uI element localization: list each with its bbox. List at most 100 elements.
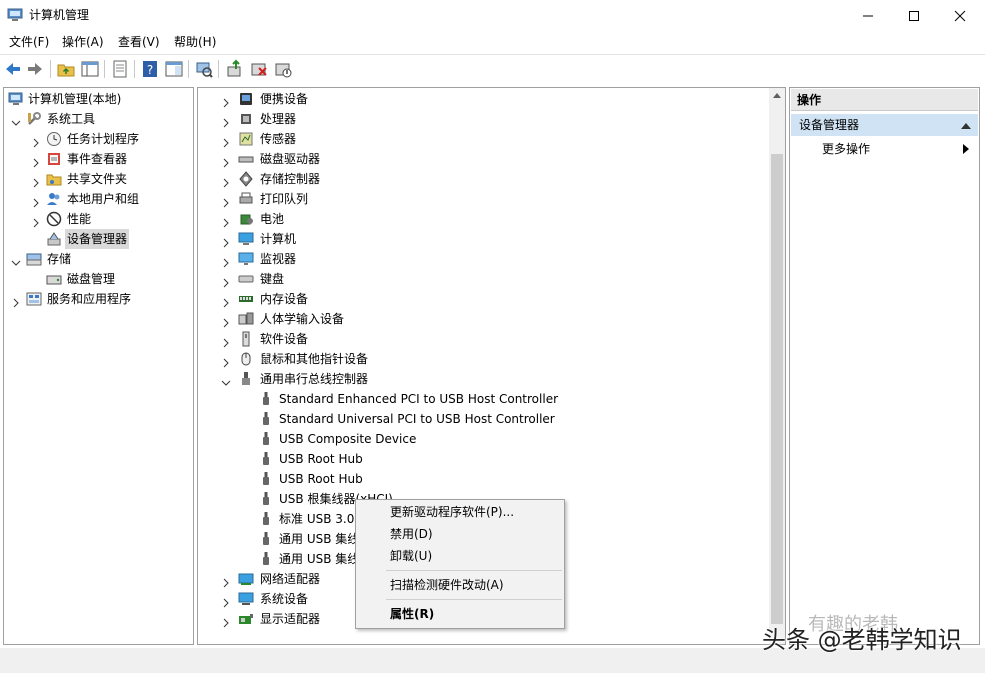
vertical-scrollbar[interactable] xyxy=(769,88,785,644)
tree-label: 本地用户和组 xyxy=(67,192,140,206)
sensor-icon xyxy=(238,131,254,147)
device-label: 网络适配器 xyxy=(260,572,321,586)
storage-icon xyxy=(26,251,42,267)
usb-plug-icon xyxy=(258,431,274,447)
display-adapter-icon xyxy=(238,611,254,627)
monitor-icon xyxy=(238,251,254,267)
show-hide-tree-icon[interactable] xyxy=(80,59,100,79)
maximize-button[interactable] xyxy=(891,0,937,31)
context-menu: 更新驱动程序软件(P)... 禁用(D) 卸载(U) 扫描检测硬件改动(A) 属… xyxy=(355,499,565,629)
chevron-right-icon[interactable] xyxy=(221,214,231,228)
more-actions-label: 更多操作 xyxy=(822,142,871,156)
chevron-right-icon[interactable] xyxy=(31,154,41,168)
minimize-button[interactable] xyxy=(845,0,891,31)
forward-arrow-icon[interactable] xyxy=(25,59,45,79)
chevron-right-icon[interactable] xyxy=(31,134,41,148)
chevron-down-icon[interactable] xyxy=(11,254,21,266)
ctx-properties[interactable]: 属性(R) xyxy=(390,605,434,623)
toolbar-separator xyxy=(50,60,51,78)
tools-icon xyxy=(26,111,42,127)
menu-view[interactable]: 查看(V) xyxy=(118,34,160,50)
view-icon[interactable] xyxy=(164,59,184,79)
scroll-up-icon[interactable] xyxy=(773,92,781,100)
device-label: USB Composite Device xyxy=(279,432,417,446)
close-button[interactable] xyxy=(937,0,983,31)
toolbar: ? xyxy=(0,54,985,82)
device-label: 软件设备 xyxy=(260,332,309,346)
title-bar: 计算机管理 xyxy=(0,0,985,31)
actions-section-device-manager[interactable]: 设备管理器 xyxy=(791,114,978,136)
chevron-right-icon[interactable] xyxy=(31,194,41,208)
ctx-scan-hardware[interactable]: 扫描检测硬件改动(A) xyxy=(390,576,504,594)
actions-pane: 操作 设备管理器 更多操作 xyxy=(789,87,980,645)
scrollbar-thumb[interactable] xyxy=(771,154,783,624)
svg-text:?: ? xyxy=(147,63,153,77)
toolbar-separator xyxy=(134,60,135,78)
usb-plug-icon xyxy=(258,531,274,547)
collapse-up-icon[interactable] xyxy=(961,122,971,129)
chevron-down-icon[interactable] xyxy=(11,114,21,126)
back-arrow-icon[interactable] xyxy=(3,59,23,79)
device-label: 磁盘驱动器 xyxy=(260,152,321,166)
more-actions-item[interactable]: 更多操作 xyxy=(822,140,870,158)
ctx-update-driver[interactable]: 更新驱动程序软件(P)... xyxy=(390,503,514,521)
toolbar-separator xyxy=(188,60,189,78)
chevron-right-icon[interactable] xyxy=(221,314,231,328)
device-label: 鼠标和其他指针设备 xyxy=(260,352,369,366)
chevron-right-icon[interactable] xyxy=(221,154,231,168)
chevron-right-icon[interactable] xyxy=(221,114,231,128)
tree-label: 事件查看器 xyxy=(67,152,128,166)
device-label: 存储控制器 xyxy=(260,172,321,186)
tree-label: 服务和应用程序 xyxy=(47,292,132,306)
shared-folder-icon xyxy=(46,171,62,187)
scan-icon[interactable] xyxy=(194,59,214,79)
update-driver-icon[interactable] xyxy=(225,59,245,79)
chevron-right-icon[interactable] xyxy=(221,574,231,588)
users-icon xyxy=(46,191,62,207)
help-icon[interactable]: ? xyxy=(140,59,160,79)
menu-file[interactable]: 文件(F) xyxy=(9,34,49,50)
menu-help[interactable]: 帮助(H) xyxy=(174,34,216,50)
tree-label: 存储 xyxy=(47,252,72,266)
chevron-right-icon[interactable] xyxy=(221,94,231,108)
properties-icon[interactable] xyxy=(110,59,130,79)
chevron-right-icon[interactable] xyxy=(31,214,41,228)
chevron-right-icon[interactable] xyxy=(221,294,231,308)
chevron-right-icon[interactable] xyxy=(221,194,231,208)
ctx-uninstall[interactable]: 卸载(U) xyxy=(390,547,432,565)
device-label: 便携设备 xyxy=(260,92,309,106)
device-label: Standard Enhanced PCI to USB Host Contro… xyxy=(279,392,559,406)
chevron-right-icon[interactable] xyxy=(221,134,231,148)
services-icon xyxy=(26,291,42,307)
menu-action[interactable]: 操作(A) xyxy=(62,34,104,50)
device-manager-icon xyxy=(46,231,62,247)
disable-icon[interactable] xyxy=(273,59,293,79)
device-label: 电池 xyxy=(260,212,285,226)
chevron-right-icon[interactable] xyxy=(31,174,41,188)
uninstall-icon[interactable] xyxy=(249,59,269,79)
device-label: 通用串行总线控制器 xyxy=(260,372,369,386)
chevron-right-icon[interactable] xyxy=(221,274,231,288)
print-queue-icon xyxy=(238,191,254,207)
chevron-right-icon[interactable] xyxy=(221,594,231,608)
tree-label: 性能 xyxy=(67,212,92,226)
device-label: 计算机 xyxy=(260,232,297,246)
chevron-right-icon[interactable] xyxy=(221,234,231,248)
chevron-right-icon[interactable] xyxy=(221,254,231,268)
mouse-icon xyxy=(238,351,254,367)
network-adapter-icon xyxy=(238,571,254,587)
chevron-right-icon[interactable] xyxy=(221,354,231,368)
chevron-right-icon[interactable] xyxy=(221,614,231,628)
chevron-right-icon[interactable] xyxy=(221,174,231,188)
usb-plug-icon xyxy=(258,511,274,527)
watermark: 头条 @老韩学知识 xyxy=(762,626,962,654)
performance-icon xyxy=(46,211,62,227)
chevron-right-icon[interactable] xyxy=(11,294,21,308)
chevron-right-icon[interactable] xyxy=(221,334,231,348)
portable-device-icon xyxy=(238,91,254,107)
chevron-down-icon[interactable] xyxy=(221,374,231,386)
up-folder-icon[interactable] xyxy=(56,59,76,79)
ctx-disable[interactable]: 禁用(D) xyxy=(390,525,433,543)
tree-label: 磁盘管理 xyxy=(67,272,116,286)
computer-icon xyxy=(238,231,254,247)
